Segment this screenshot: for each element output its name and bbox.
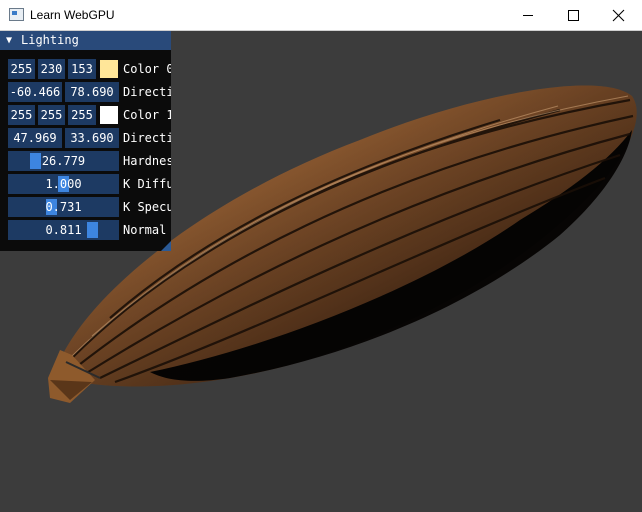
direction0-label: Direction 0 <box>123 85 171 99</box>
direction1-row: 47.969 33.690 Direction 1 <box>0 128 171 148</box>
resize-grip-icon[interactable] <box>161 241 171 251</box>
panel-title: Lighting <box>21 33 79 47</box>
direction1-label: Direction 1 <box>123 131 171 145</box>
kspecular-slider[interactable]: 0.731 <box>8 197 119 217</box>
hardness-slider[interactable]: 26.779 <box>8 151 119 171</box>
color1-label: Color 1 <box>123 108 171 122</box>
normal-value: 0.811 <box>45 223 82 237</box>
window-titlebar[interactable]: Learn WebGPU <box>0 0 642 31</box>
hardness-row: 26.779 Hardness <box>0 151 171 171</box>
close-icon <box>612 9 625 22</box>
color1-swatch[interactable] <box>100 106 118 124</box>
color0-r-input[interactable]: 255 <box>8 59 35 79</box>
direction1-x-input[interactable]: 47.969 <box>8 128 62 148</box>
kdiffuse-row: 1.000 K Diffuse <box>0 174 171 194</box>
app-window-icon <box>9 8 24 21</box>
normal-slider[interactable]: 0.811 <box>8 220 119 240</box>
color1-r-input[interactable]: 255 <box>8 105 35 125</box>
direction1-y-input[interactable]: 33.690 <box>65 128 119 148</box>
color0-swatch[interactable] <box>100 60 118 78</box>
panel-header[interactable]: ▼ Lighting <box>0 31 171 50</box>
color1-b-input[interactable]: 255 <box>68 105 96 125</box>
lighting-panel[interactable]: ▼ Lighting 255 230 153 Color 0 -60.466 7… <box>0 31 171 251</box>
direction0-row: -60.466 78.690 Direction 0 <box>0 82 171 102</box>
kspecular-row: 0.731 K Specular <box>0 197 171 217</box>
direction0-y-input[interactable]: 78.690 <box>65 82 119 102</box>
kdiffuse-slider[interactable]: 1.000 <box>8 174 119 194</box>
normal-row: 0.811 Normal <box>0 220 171 240</box>
color0-row: 255 230 153 Color 0 <box>0 59 171 79</box>
color1-row: 255 255 255 Color 1 <box>0 105 171 125</box>
kdiffuse-label: K Diffuse <box>123 177 171 191</box>
hardness-label: Hardness <box>123 154 171 168</box>
color0-label: Color 0 <box>123 62 171 76</box>
color0-g-input[interactable]: 230 <box>38 59 65 79</box>
kdiffuse-value: 1.000 <box>45 177 82 191</box>
maximize-button[interactable] <box>550 0 596 30</box>
hardness-value: 26.779 <box>41 154 86 168</box>
triangle-down-icon[interactable]: ▼ <box>6 31 12 50</box>
close-button[interactable] <box>596 0 642 30</box>
direction0-x-input[interactable]: -60.466 <box>8 82 62 102</box>
normal-label: Normal <box>123 223 167 237</box>
color1-g-input[interactable]: 255 <box>38 105 65 125</box>
color0-b-input[interactable]: 153 <box>68 59 96 79</box>
minimize-button[interactable] <box>505 0 551 30</box>
kspecular-value: 0.731 <box>45 200 82 214</box>
kspecular-label: K Specular <box>123 200 171 214</box>
window-title: Learn WebGPU <box>30 8 115 22</box>
